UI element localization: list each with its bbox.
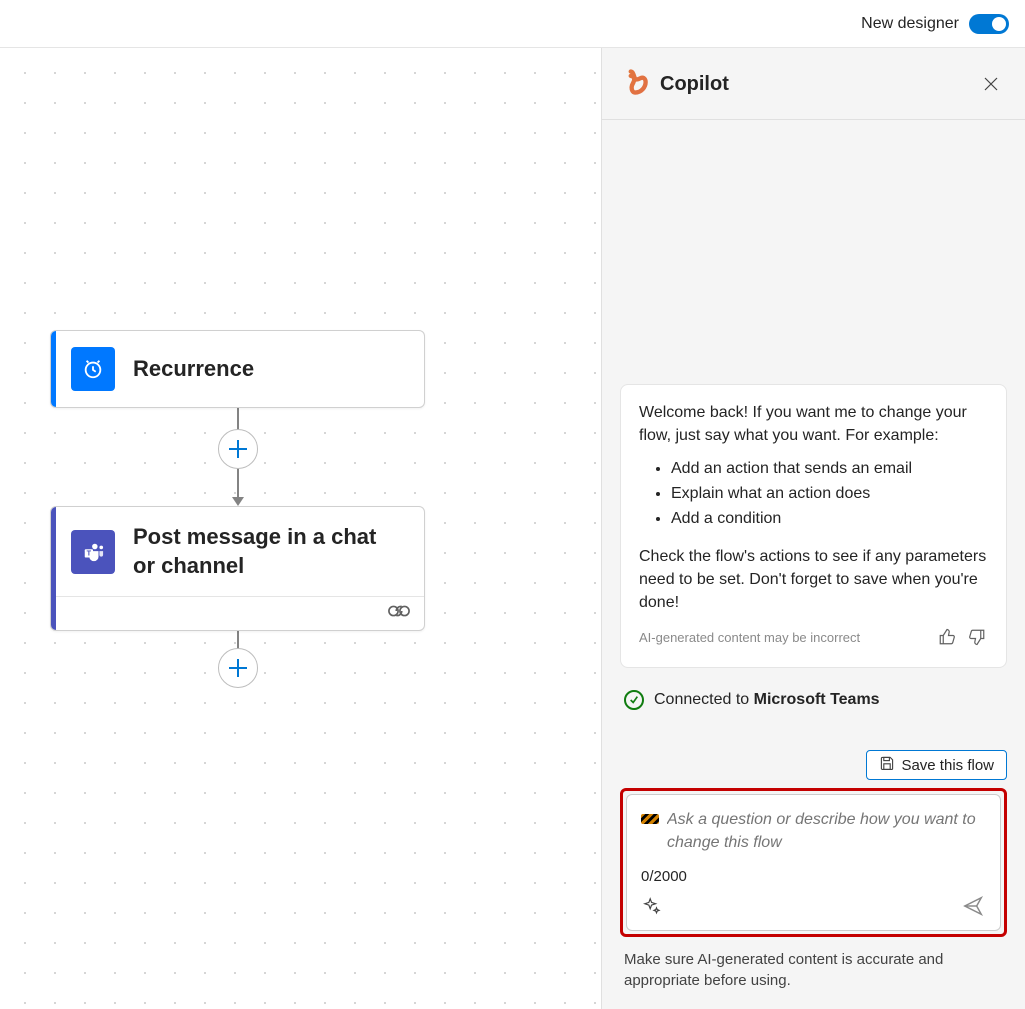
step-title: Post message in a chat or channel [133,523,404,580]
clock-icon [71,347,115,391]
top-bar: New designer [0,0,1025,48]
svg-text:T: T [87,548,92,557]
step-title: Recurrence [133,355,254,384]
copilot-input-box[interactable]: 0/2000 [626,794,1001,931]
save-flow-button[interactable]: Save this flow [866,750,1007,780]
thumbs-down-button[interactable] [966,626,988,651]
copilot-message: Welcome back! If you want me to change y… [620,384,1007,669]
hazard-icon [641,814,659,824]
flow-step-recurrence[interactable]: Recurrence [50,330,425,408]
new-designer-label: New designer [861,15,959,33]
link-icon [388,603,410,624]
message-intro: Welcome back! If you want me to change y… [639,401,988,447]
copilot-panel: Copilot Welcome back! If you want me to … [601,48,1025,1009]
char-counter: 0/2000 [641,868,986,885]
send-button[interactable] [960,893,986,922]
copilot-title: Copilot [660,73,977,96]
copilot-input-highlight: 0/2000 [620,788,1007,937]
flow-step-post-message[interactable]: T Post message in a chat or channel [50,506,425,631]
sparkle-icon[interactable] [641,895,663,920]
ai-note: AI-generated content may be incorrect [639,629,928,648]
ai-disclaimer: Make sure AI-generated content is accura… [620,949,1007,991]
copilot-input[interactable] [667,809,986,854]
message-suggestions: Add an action that sends an email Explai… [671,457,988,531]
thumbs-up-button[interactable] [936,626,958,651]
check-icon [624,690,644,710]
flow-canvas[interactable]: Recurrence [0,48,601,1009]
suggestion-item: Add an action that sends an email [671,457,988,480]
suggestion-item: Explain what an action does [671,482,988,505]
close-button[interactable] [977,71,1005,99]
connected-status: Connected to Microsoft Teams [620,690,1007,710]
add-step-button[interactable] [218,648,258,688]
new-designer-toggle[interactable] [969,14,1009,34]
message-outro: Check the flow's actions to see if any p… [639,545,988,615]
save-icon [879,755,895,775]
add-step-button[interactable] [218,429,258,469]
suggestion-item: Add a condition [671,507,988,530]
teams-icon: T [71,530,115,574]
copilot-logo-icon [622,68,650,101]
